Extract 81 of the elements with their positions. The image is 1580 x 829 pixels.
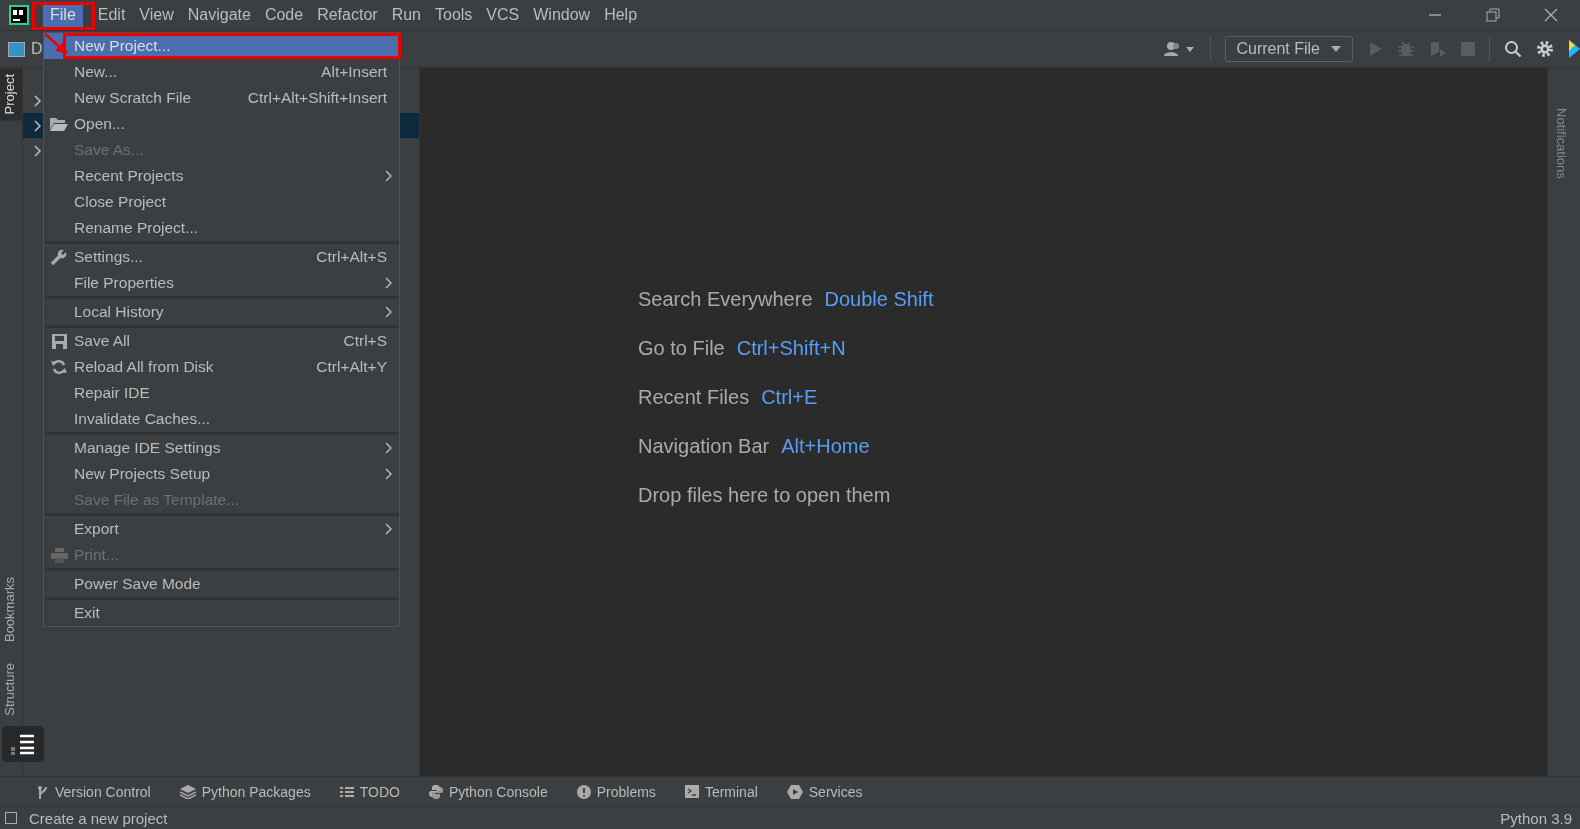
menu-item[interactable]: Power Save Mode: [44, 571, 399, 597]
project-window-icon: [8, 41, 25, 57]
caret-icon: [1330, 45, 1342, 53]
layers-icon: [179, 784, 196, 799]
menu-item[interactable]: Recent Projects: [44, 163, 399, 189]
chevron-icon[interactable]: [34, 119, 42, 132]
settings-icon[interactable]: [1536, 40, 1554, 58]
list-icon: [10, 733, 36, 755]
printer-icon: [50, 547, 68, 563]
tool-window-button[interactable]: Python Console: [428, 783, 548, 800]
tool-window-tab[interactable]: Notifications: [1548, 108, 1569, 179]
menu-item[interactable]: Open...: [44, 111, 399, 137]
tool-window-tab[interactable]: Structure: [0, 657, 19, 722]
tool-window-tab[interactable]: Bookmarks: [0, 570, 19, 648]
menu-item[interactable]: New Scratch File Ctrl+Alt+Shift+Insert: [44, 85, 399, 111]
menu-item[interactable]: Rename Project...: [44, 215, 399, 241]
python-icon: [428, 784, 443, 799]
interpreter-selector[interactable]: Python 3.9: [1500, 809, 1580, 827]
terminal-icon: [684, 785, 699, 798]
structure-button[interactable]: [2, 726, 44, 762]
status-message: Create a new project: [29, 809, 168, 827]
users-icon[interactable]: [1164, 41, 1197, 57]
hint-shortcut: Ctrl+Shift+N: [736, 337, 846, 360]
branch-icon: [37, 784, 49, 799]
app-logo-icon: [9, 5, 29, 25]
play-icon: [786, 783, 803, 800]
tool-window-button[interactable]: Services: [786, 783, 863, 800]
run-configuration-dropdown[interactable]: Current File: [1225, 36, 1353, 62]
menu-bar-item[interactable]: File: [43, 3, 83, 27]
hint-label: Navigation Bar: [638, 435, 770, 458]
tool-window-button[interactable]: Version Control: [37, 783, 151, 800]
hint-label: Drop files here to open them: [638, 484, 891, 507]
list-icon: [339, 785, 354, 798]
menu-bar-item[interactable]: Navigate: [180, 3, 258, 27]
menu-item[interactable]: Save All Ctrl+S: [44, 328, 399, 354]
menu-item[interactable]: Repair IDE: [44, 380, 399, 406]
tool-window-button[interactable]: Python Packages: [179, 783, 311, 800]
menu-item[interactable]: New Projects Setup: [44, 461, 399, 487]
menu-item[interactable]: File Properties: [44, 270, 399, 296]
menu-bar-item[interactable]: Edit: [90, 3, 133, 27]
menu-item[interactable]: Invalidate Caches...: [44, 406, 399, 432]
plugin-logo-icon[interactable]: [1568, 39, 1580, 59]
exclamation-icon: [576, 784, 591, 799]
wrench-icon: [51, 249, 67, 265]
search-icon[interactable]: [1504, 40, 1522, 58]
menu-bar-item[interactable]: Help: [597, 3, 645, 27]
hint-label: Recent Files: [638, 386, 750, 409]
restore-icon[interactable]: [1486, 8, 1500, 22]
tool-window-button[interactable]: Problems: [576, 783, 656, 800]
menu-item[interactable]: New... Alt+Insert: [44, 59, 399, 85]
menu-item[interactable]: Close Project: [44, 189, 399, 215]
chevron-icon[interactable]: [34, 94, 42, 107]
close-icon[interactable]: [1544, 8, 1558, 22]
menu-bar-item[interactable]: VCS: [479, 3, 527, 27]
menu-bar-item[interactable]: Code: [257, 3, 311, 27]
menu-item[interactable]: Local History: [44, 299, 399, 325]
menu-bar-item[interactable]: Window: [526, 3, 598, 27]
hint-shortcut: Ctrl+E: [761, 386, 818, 409]
highlight-frame: [32, 2, 95, 30]
menu-bar-item[interactable]: View: [132, 3, 181, 27]
chevron-icon[interactable]: [34, 144, 42, 157]
hint-label: Search Everywhere: [638, 288, 813, 311]
hint-label: Go to File: [638, 337, 725, 360]
menu-item[interactable]: Reload All from Disk Ctrl+Alt+Y: [44, 354, 399, 380]
menu-bar-item[interactable]: Run: [384, 3, 428, 27]
tool-window-tab[interactable]: Project: [0, 68, 22, 121]
folder-icon: [50, 117, 68, 131]
annotation-arrow: [44, 33, 70, 55]
menu-item[interactable]: Manage IDE Settings: [44, 435, 399, 461]
hint-shortcut: Alt+Home: [781, 435, 870, 458]
project-name[interactable]: D: [31, 40, 43, 58]
menu-item[interactable]: Export: [44, 516, 399, 542]
tool-window-button[interactable]: TODO: [339, 783, 400, 800]
tool-window-button[interactable]: Terminal: [684, 783, 758, 800]
hint-shortcut: Double Shift: [824, 288, 934, 311]
panel-toggle-icon[interactable]: [5, 812, 17, 824]
reload-icon: [51, 359, 67, 375]
menu-bar-item[interactable]: Refactor: [310, 3, 385, 27]
menu-item[interactable]: Exit: [44, 600, 399, 626]
menu-item[interactable]: Settings... Ctrl+Alt+S: [44, 244, 399, 270]
menu-bar-item[interactable]: Tools: [428, 3, 480, 27]
